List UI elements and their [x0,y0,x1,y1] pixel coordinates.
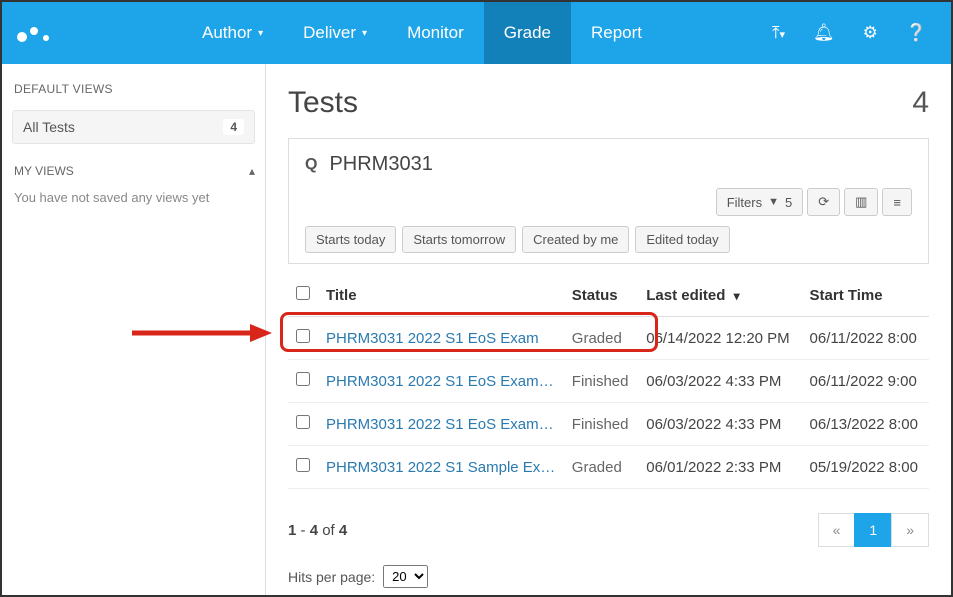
test-status: Finished [564,403,638,446]
result-count: 4 [912,86,929,120]
hits-select[interactable]: 20 [383,565,428,588]
chevron-up-icon: ▴ [249,164,255,178]
test-start-time: 06/13/2022 8:00 [802,403,929,446]
test-title-link[interactable]: PHRM3031 2022 S1 Sample Exam [318,446,564,489]
test-start-time: 06/11/2022 8:00 [802,317,929,360]
chevron-down-icon: ▾ [362,28,367,39]
col-last-edited[interactable]: Last edited ▾ [638,274,801,317]
sidebar-item-label: All Tests [23,119,75,135]
test-status: Graded [564,446,638,489]
sidebar-heading-myviews[interactable]: My Views ▴ [12,164,255,178]
test-status: Graded [564,317,638,360]
test-title-link[interactable]: PHRM3031 2022 S1 EoS Exam (A... [318,403,564,446]
test-last-edited: 06/03/2022 4:33 PM [638,360,801,403]
help-icon[interactable]: ❔ [906,23,927,43]
chevron-down-icon: ▾ [258,28,263,39]
row-checkbox[interactable] [296,458,310,472]
test-last-edited: 06/03/2022 4:33 PM [638,403,801,446]
col-status[interactable]: Status [564,274,638,317]
test-start-time: 05/19/2022 8:00 [802,446,929,489]
sidebar-heading-default: Default Views [12,82,255,96]
list-icon: ≡ [893,195,901,210]
col-title[interactable]: Title [318,274,564,317]
sidebar-item-all-tests[interactable]: All Tests 4 [12,110,255,144]
row-checkbox[interactable] [296,329,310,343]
filters-button[interactable]: Filters ▼ 5 [716,188,804,216]
row-checkbox[interactable] [296,415,310,429]
quickfilter-starts-tomorrow[interactable]: Starts tomorrow [402,226,516,253]
nav-tab-report[interactable]: Report [571,2,662,64]
nav-tab-author[interactable]: Author▾ [182,2,283,64]
nav-tab-deliver[interactable]: Deliver▾ [283,2,387,64]
bell-icon[interactable]: 🔔︎ [813,23,835,43]
top-nav-bar: Author▾ Deliver▾ Monitor Grade Report ⤒▾… [2,2,951,64]
refresh-button[interactable]: ⟳ [807,188,840,216]
chevron-down-icon: ▾ [734,289,740,303]
sidebar-badge: 4 [223,119,244,135]
table-row[interactable]: PHRM3031 2022 S1 Sample Exam Graded 06/0… [288,446,929,489]
nav-tab-grade[interactable]: Grade [484,2,571,64]
test-last-edited: 06/01/2022 2:33 PM [638,446,801,489]
sidebar: Default Views All Tests 4 My Views ▴ You… [2,64,266,595]
upload-icon[interactable]: ⤒▾ [772,23,785,43]
pagination: « 1 » [819,513,929,547]
columns-icon: ▥ [855,194,867,210]
test-last-edited: 06/14/2022 12:20 PM [638,317,801,360]
filter-icon: ▼ [768,196,779,208]
logo-icon [16,15,52,51]
table-row[interactable]: PHRM3031 2022 S1 EoS Exam (A... Finished… [288,403,929,446]
gear-icon[interactable]: ⚙ [863,23,878,43]
table-row[interactable]: PHRM3031 2022 S1 EoS Exam Graded 06/14/2… [288,317,929,360]
page-prev-button[interactable]: « [818,513,856,547]
nav-tab-monitor[interactable]: Monitor [387,2,484,64]
search-icon: Q [305,156,317,174]
quickfilter-edited-today[interactable]: Edited today [635,226,729,253]
main-content: Tests 4 Q Filters ▼ 5 ⟳ ▥ ≡ Starts today… [266,64,951,595]
tests-table: Title Status Last edited ▾ Start Time PH… [288,274,929,489]
sidebar-empty-note: You have not saved any views yet [12,190,255,205]
search-input[interactable] [329,153,912,176]
search-panel: Q Filters ▼ 5 ⟳ ▥ ≡ Starts today Starts … [288,138,929,264]
page-next-button[interactable]: » [891,513,929,547]
page-title: Tests [288,86,358,120]
test-status: Finished [564,360,638,403]
quickfilter-starts-today[interactable]: Starts today [305,226,396,253]
row-checkbox[interactable] [296,372,310,386]
hits-label: Hits per page: [288,569,375,585]
columns-button[interactable]: ▥ [844,188,878,216]
test-title-link[interactable]: PHRM3031 2022 S1 EoS Exam (C... [318,360,564,403]
quickfilter-created-by-me[interactable]: Created by me [522,226,629,253]
list-view-button[interactable]: ≡ [882,188,912,216]
page-number-button[interactable]: 1 [854,513,892,547]
test-start-time: 06/11/2022 9:00 [802,360,929,403]
test-title-link[interactable]: PHRM3031 2022 S1 EoS Exam [318,317,564,360]
col-start-time[interactable]: Start Time [802,274,929,317]
refresh-icon: ⟳ [818,194,829,210]
table-row[interactable]: PHRM3031 2022 S1 EoS Exam (C... Finished… [288,360,929,403]
select-all-checkbox[interactable] [296,286,310,300]
page-range-text: 1 - 4 of 4 [288,522,347,539]
